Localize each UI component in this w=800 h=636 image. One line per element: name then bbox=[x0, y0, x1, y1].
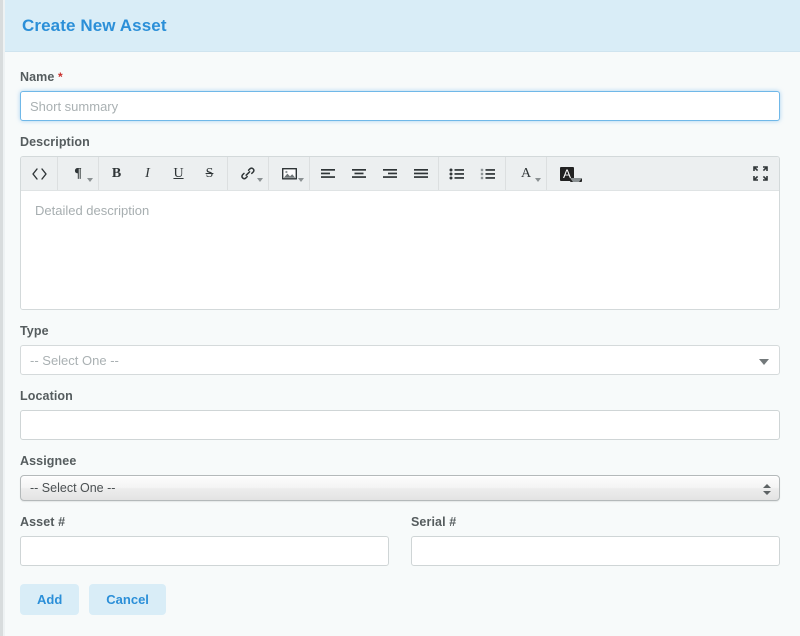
name-label: Name * bbox=[20, 70, 780, 84]
field-location: Location bbox=[20, 389, 780, 440]
rich-text-editor: ¶ B I U S A A Detailed description bbox=[20, 156, 780, 310]
assignee-label: Assignee bbox=[20, 454, 77, 468]
align-left-icon[interactable] bbox=[312, 158, 343, 189]
required-asterisk: * bbox=[58, 70, 63, 84]
toolbar-group-code bbox=[22, 157, 58, 190]
underline-icon[interactable]: U bbox=[163, 158, 194, 189]
unordered-list-icon[interactable] bbox=[441, 158, 472, 189]
bold-glyph: B bbox=[111, 165, 122, 181]
assignee-select-value: -- Select One -- bbox=[30, 481, 116, 495]
chevron-down-icon bbox=[759, 359, 769, 365]
cancel-button[interactable]: Cancel bbox=[89, 584, 166, 615]
chevron-down-icon bbox=[570, 178, 582, 182]
field-description: Description ¶ B I U S A A Detailed descr… bbox=[20, 135, 780, 310]
location-input[interactable] bbox=[20, 410, 780, 440]
italic-glyph: I bbox=[145, 165, 150, 181]
type-select[interactable]: -- Select One -- bbox=[20, 345, 780, 375]
window-left-border-inner bbox=[3, 0, 5, 636]
add-button[interactable]: Add bbox=[20, 584, 80, 615]
toolbar-group-image bbox=[269, 157, 310, 190]
create-asset-form: Name * Description ¶ bbox=[0, 52, 800, 615]
editor-toolbar: ¶ B I U S A A bbox=[21, 157, 779, 191]
fullscreen-icon[interactable] bbox=[745, 158, 776, 189]
link-icon[interactable] bbox=[230, 158, 266, 189]
toolbar-group-fullscreen bbox=[743, 157, 778, 190]
asset-number-label: Asset # bbox=[20, 515, 66, 529]
field-serial-number: Serial # bbox=[411, 515, 780, 566]
field-asset-number: Asset # bbox=[20, 515, 389, 566]
image-icon[interactable] bbox=[271, 158, 307, 189]
caret-up-icon bbox=[762, 483, 771, 488]
background-color-icon[interactable]: A bbox=[549, 158, 585, 189]
identifiers-row: Asset # Serial # bbox=[20, 515, 780, 580]
bold-icon[interactable]: B bbox=[101, 158, 132, 189]
serial-number-label: Serial # bbox=[411, 515, 457, 529]
name-label-text: Name bbox=[20, 70, 55, 84]
align-right-icon[interactable] bbox=[374, 158, 405, 189]
text-color-icon[interactable]: A bbox=[508, 158, 544, 189]
paragraph-format-icon[interactable]: ¶ bbox=[60, 158, 96, 189]
page-title: Create New Asset bbox=[22, 15, 167, 35]
text-color-glyph: A bbox=[520, 165, 532, 181]
align-justify-icon[interactable] bbox=[405, 158, 436, 189]
code-view-icon[interactable] bbox=[24, 158, 55, 189]
toolbar-group-lists bbox=[439, 157, 506, 190]
align-center-icon[interactable] bbox=[343, 158, 374, 189]
chevron-down-icon bbox=[298, 178, 304, 182]
type-label: Type bbox=[20, 324, 49, 338]
strikethrough-glyph: S bbox=[205, 165, 214, 181]
toolbar-group-link bbox=[228, 157, 269, 190]
italic-icon[interactable]: I bbox=[132, 158, 163, 189]
toolbar-group-paragraph: ¶ bbox=[58, 157, 99, 190]
caret-down-icon bbox=[762, 490, 771, 495]
location-label: Location bbox=[20, 389, 73, 403]
ordered-list-icon[interactable] bbox=[472, 158, 503, 189]
description-label: Description bbox=[20, 135, 90, 149]
select-spinner-icon bbox=[762, 480, 771, 498]
pilcrow-glyph: ¶ bbox=[74, 165, 82, 181]
toolbar-group-inline-styles: B I U S bbox=[99, 157, 228, 190]
type-select-value: -- Select One -- bbox=[30, 352, 119, 368]
assignee-select[interactable]: -- Select One -- bbox=[20, 475, 780, 501]
toolbar-group-background-color: A bbox=[547, 157, 587, 190]
field-assignee: Assignee -- Select One -- bbox=[20, 454, 780, 501]
field-type: Type -- Select One -- bbox=[20, 324, 780, 375]
toolbar-group-align bbox=[310, 157, 439, 190]
serial-number-input[interactable] bbox=[411, 536, 780, 566]
underline-glyph: U bbox=[173, 165, 184, 181]
field-name: Name * bbox=[20, 70, 780, 121]
name-input[interactable] bbox=[20, 91, 780, 121]
chevron-down-icon bbox=[257, 178, 263, 182]
chevron-down-icon bbox=[87, 178, 93, 182]
asset-number-input[interactable] bbox=[20, 536, 389, 566]
chevron-down-icon bbox=[535, 178, 541, 182]
page-header: Create New Asset bbox=[0, 0, 800, 52]
description-editor-body[interactable]: Detailed description bbox=[21, 191, 779, 309]
toolbar-group-text-color: A bbox=[506, 157, 547, 190]
strikethrough-icon[interactable]: S bbox=[194, 158, 225, 189]
form-actions: Add Cancel bbox=[20, 584, 780, 615]
